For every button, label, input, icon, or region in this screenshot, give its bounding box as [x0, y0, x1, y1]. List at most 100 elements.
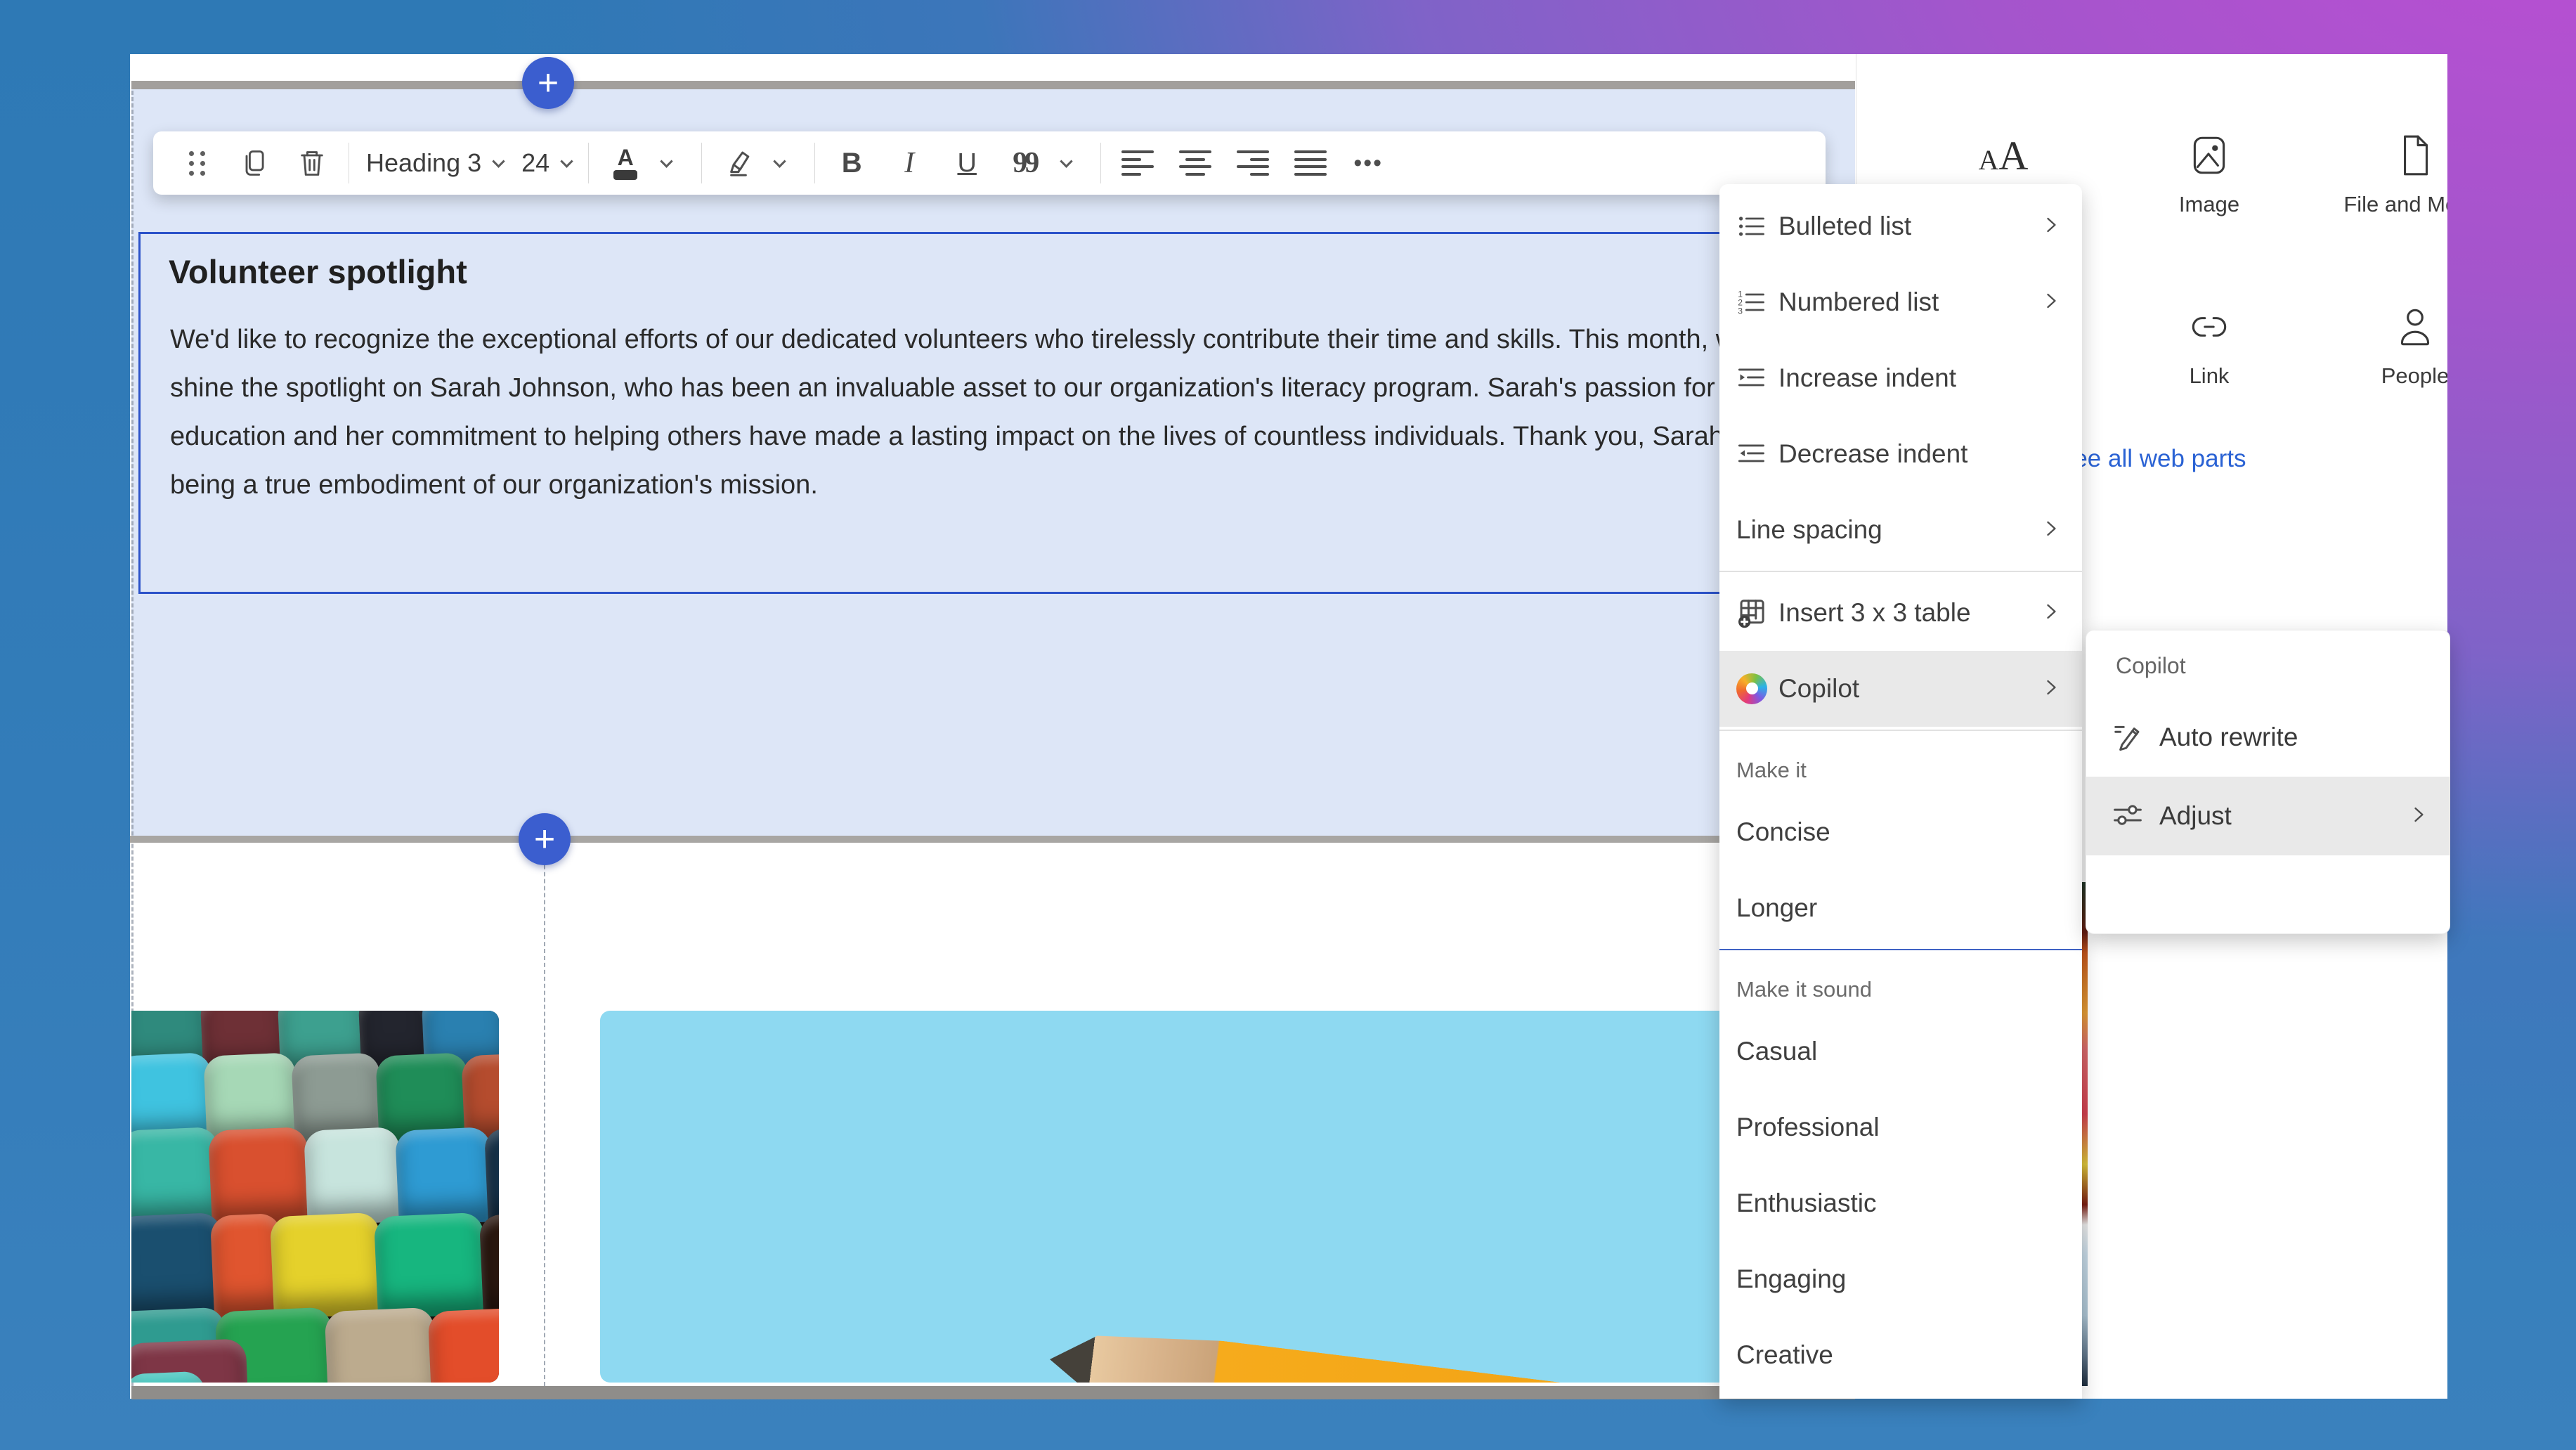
justify-button[interactable] [1291, 141, 1330, 186]
chair-shape [374, 1212, 487, 1319]
menu-group-header: Make it sound [1719, 953, 2082, 1014]
people-icon [2331, 302, 2447, 352]
menu-item-longer[interactable]: Longer [1719, 870, 2082, 946]
text-style-value: Heading 3 [366, 148, 481, 178]
chevron-right-icon [2038, 288, 2064, 317]
webpart-label: Image [2125, 192, 2294, 217]
desktop: { "toolbar": { "heading_style": "Heading… [0, 0, 2576, 1450]
font-size-value: 24 [521, 148, 549, 178]
menu-item-insert-table[interactable]: Insert 3 x 3 table [1719, 575, 2082, 651]
menu-item-casual[interactable]: Casual [1719, 1014, 2082, 1089]
auto-rewrite-icon [2112, 720, 2144, 756]
webpart-tile-image[interactable]: Image [2125, 130, 2294, 217]
column-guide [544, 844, 545, 1386]
menu-item-copilot[interactable]: Copilot [1719, 651, 2082, 727]
bulleted-list-icon [1733, 211, 1770, 242]
underline-button[interactable]: U [947, 141, 987, 186]
numbered-list-icon: 123 [1733, 287, 1770, 318]
chair-shape [270, 1212, 383, 1319]
page-paragraph[interactable]: We'd like to recognize the exceptional e… [170, 316, 1807, 510]
submenu-header: Copilot [2086, 633, 2450, 698]
chevron-down-icon [560, 155, 573, 167]
chevron-down-icon [773, 155, 786, 167]
more-text-styles-dropdown[interactable] [1044, 141, 1084, 186]
chair-shape [428, 1307, 499, 1383]
italic-button[interactable]: I [890, 141, 929, 186]
chair-shape [325, 1307, 438, 1383]
menu-item-increase-indent[interactable]: Increase indent [1719, 340, 2082, 416]
more-options-button[interactable]: ••• [1348, 141, 1388, 186]
sharepoint-editor-window: + Heading 3 24 A B I [130, 54, 2447, 1399]
image-web-part-chairs[interactable] [131, 1011, 499, 1383]
adjust-sliders-icon [2112, 798, 2144, 834]
section-divider [130, 836, 1855, 843]
chevron-right-icon [2038, 516, 2064, 545]
add-section-button[interactable]: + [519, 813, 571, 865]
chair-shape [131, 1212, 225, 1319]
webpart-label: People [2331, 363, 2447, 389]
font-color-button[interactable]: A [606, 141, 645, 186]
menu-divider-blue [1719, 949, 2082, 950]
menu-group-header: Make it [1719, 734, 2082, 794]
menu-divider [1719, 571, 2082, 572]
menu-item-enthusiastic[interactable]: Enthusiastic [1719, 1165, 2082, 1241]
svg-text:3: 3 [1738, 306, 1743, 316]
highlight-button[interactable] [719, 141, 758, 186]
copilot-submenu: Copilot Auto rewrite Adjust [2086, 630, 2450, 934]
menu-item-engaging[interactable]: Engaging [1719, 1241, 2082, 1317]
blockquote-button[interactable]: 99 [1005, 141, 1044, 186]
chair-shape [395, 1127, 494, 1226]
chevron-down-icon [1060, 155, 1072, 167]
webpart-label: Link [2125, 363, 2294, 389]
align-right-button[interactable] [1233, 141, 1273, 186]
chevron-down-icon [660, 155, 672, 167]
image-webpart-icon [2125, 130, 2294, 181]
delete-icon[interactable] [292, 141, 332, 186]
text-context-menu: Bulleted list 123 Numbered list Increase… [1719, 184, 2082, 1399]
font-color-dropdown[interactable] [645, 141, 684, 186]
bold-button[interactable]: B [832, 141, 871, 186]
see-all-web-parts-link[interactable]: See all web parts [2057, 445, 2246, 473]
add-web-part-button-top[interactable]: + [522, 57, 574, 109]
menu-item-creative[interactable]: Creative [1719, 1317, 2082, 1393]
chair-shape [131, 1127, 221, 1226]
file-media-icon [2331, 130, 2447, 181]
submenu-item-adjust[interactable]: Adjust [2086, 777, 2450, 855]
drag-handle-icon[interactable] [177, 141, 216, 186]
hidden-image-sliver [2082, 882, 2088, 1386]
chevron-down-icon [492, 155, 505, 167]
submenu-item-auto-rewrite[interactable]: Auto rewrite [2086, 698, 2450, 777]
decrease-indent-icon [1733, 439, 1770, 470]
webpart-tile-file[interactable]: File and Media [2331, 130, 2447, 217]
link-icon [2125, 302, 2294, 352]
webpart-tile-link[interactable]: Link [2125, 302, 2294, 389]
copilot-icon [1733, 673, 1770, 704]
webpart-label: File and Media [2331, 192, 2447, 217]
pencil-illustration [1045, 1320, 1787, 1383]
image-web-part-pencil[interactable] [600, 1011, 1813, 1383]
menu-item-bulleted-list[interactable]: Bulleted list [1719, 188, 2082, 264]
chevron-right-icon [2038, 599, 2064, 628]
align-left-button[interactable] [1118, 141, 1157, 186]
menu-item-professional[interactable]: Professional [1719, 1089, 2082, 1165]
text-webpart-icon: AA [1919, 130, 2088, 181]
menu-divider [1719, 730, 2082, 731]
horizontal-scrollbar-bottom[interactable] [131, 1386, 1855, 1399]
menu-item-concise[interactable]: Concise [1719, 794, 2082, 870]
menu-item-line-spacing[interactable]: Line spacing [1719, 492, 2082, 568]
font-size-dropdown[interactable]: 24 [521, 141, 571, 186]
text-format-toolbar: Heading 3 24 A B I U 99 ••• [153, 131, 1826, 195]
chevron-right-icon [2038, 675, 2064, 704]
menu-item-numbered-list[interactable]: 123 Numbered list [1719, 264, 2082, 340]
page-heading[interactable]: Volunteer spotlight [169, 252, 467, 291]
insert-table-icon [1733, 597, 1770, 629]
horizontal-scrollbar-top[interactable] [131, 81, 1855, 89]
align-center-button[interactable] [1176, 141, 1215, 186]
menu-item-decrease-indent[interactable]: Decrease indent [1719, 416, 2082, 492]
text-style-dropdown[interactable]: Heading 3 [366, 141, 503, 186]
increase-indent-icon [1733, 363, 1770, 394]
chevron-right-icon [2038, 212, 2064, 241]
webpart-tile-people[interactable]: People [2331, 302, 2447, 389]
highlight-dropdown[interactable] [758, 141, 798, 186]
duplicate-icon[interactable] [235, 141, 274, 186]
